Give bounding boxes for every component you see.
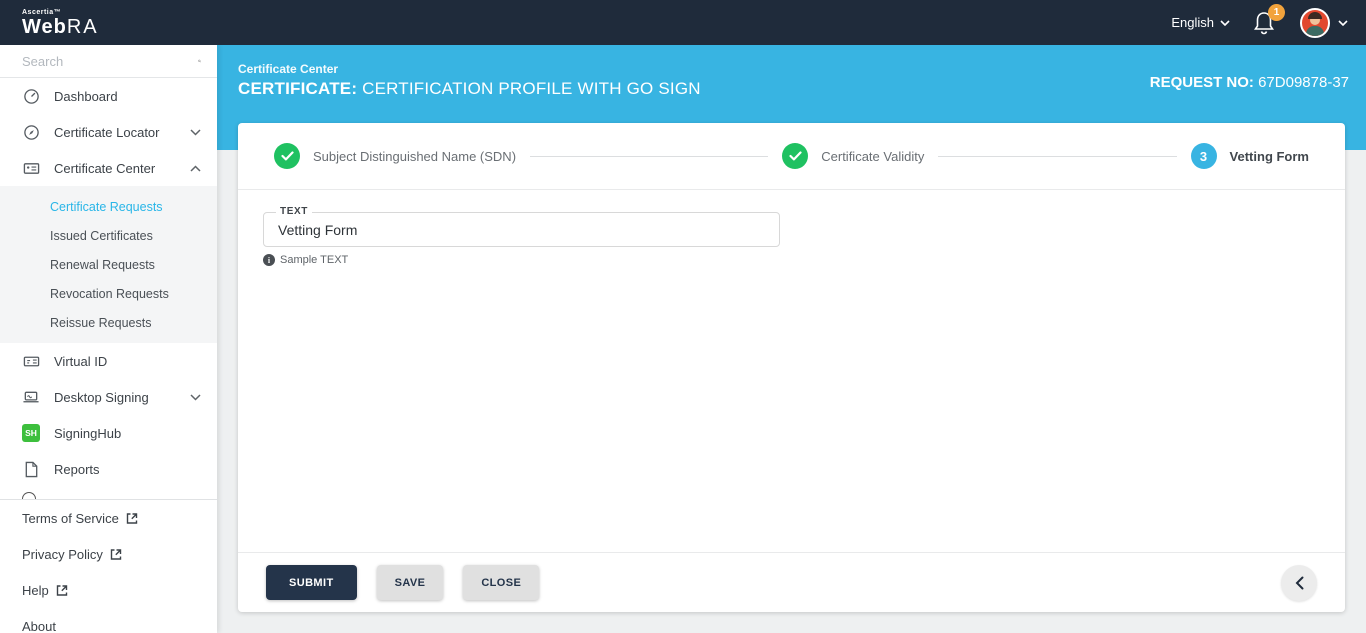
- text-field-label: TEXT: [276, 206, 312, 217]
- check-circle-icon: [782, 143, 808, 169]
- card-footer: SUBMIT SAVE CLOSE: [238, 552, 1345, 612]
- app-logo[interactable]: Ascertia™ WebRA: [22, 9, 99, 37]
- submenu-item-reissue-requests[interactable]: Reissue Requests: [0, 308, 217, 337]
- sidebar-item-certificate-center[interactable]: Certificate Center: [0, 150, 217, 186]
- footer-link-label: Privacy Policy: [22, 547, 103, 562]
- sidebar-item-truncated[interactable]: [0, 487, 217, 499]
- step-label: Certificate Validity: [821, 149, 924, 164]
- chevron-down-icon: [1338, 20, 1348, 26]
- link-about[interactable]: About: [0, 608, 217, 633]
- notification-badge: 1: [1268, 4, 1285, 21]
- sidebar-item-label: Dashboard: [54, 89, 201, 104]
- footer-link-label: Help: [22, 583, 49, 598]
- wizard-card: Subject Distinguished Name (SDN) Certifi…: [238, 123, 1345, 612]
- signinghub-icon: SH: [22, 424, 40, 442]
- sidebar-item-reports[interactable]: Reports: [0, 451, 217, 487]
- stepper-connector: [938, 156, 1176, 157]
- check-circle-icon: [274, 143, 300, 169]
- request-number: REQUEST NO: 67D09878-37: [1150, 74, 1349, 91]
- close-button[interactable]: CLOSE: [463, 565, 539, 600]
- step-label: Vetting Form: [1230, 149, 1309, 164]
- save-button[interactable]: SAVE: [377, 565, 444, 600]
- sidebar-item-label: Certificate Center: [54, 161, 176, 176]
- document-icon: [22, 460, 40, 478]
- text-field-wrapper: TEXT: [263, 212, 780, 247]
- field-hint: i Sample TEXT: [263, 254, 1320, 266]
- sidebar-item-label: Certificate Locator: [54, 125, 176, 140]
- sidebar-item-label: Desktop Signing: [54, 390, 176, 405]
- language-selector[interactable]: English: [1171, 15, 1230, 30]
- step-certificate-validity[interactable]: Certificate Validity: [782, 143, 924, 169]
- step-sdn[interactable]: Subject Distinguished Name (SDN): [274, 143, 516, 169]
- wizard-stepper: Subject Distinguished Name (SDN) Certifi…: [238, 123, 1345, 190]
- dashboard-icon: [22, 87, 40, 105]
- submenu-item-renewal-requests[interactable]: Renewal Requests: [0, 250, 217, 279]
- search-input[interactable]: [22, 54, 198, 69]
- submenu-item-revocation-requests[interactable]: Revocation Requests: [0, 279, 217, 308]
- compass-icon: [22, 123, 40, 141]
- topbar: Ascertia™ WebRA English 1: [0, 0, 1366, 45]
- external-link-icon: [110, 548, 122, 560]
- form-content: TEXT i Sample TEXT: [238, 190, 1345, 552]
- avatar: [1300, 8, 1330, 38]
- link-help[interactable]: Help: [0, 572, 217, 608]
- badge-icon: [22, 352, 40, 370]
- topbar-right: English 1: [1171, 8, 1348, 38]
- sidebar-item-certificate-locator[interactable]: Certificate Locator: [0, 114, 217, 150]
- footer-link-label: About: [22, 619, 56, 633]
- link-privacy-policy[interactable]: Privacy Policy: [0, 536, 217, 572]
- submit-button[interactable]: SUBMIT: [266, 565, 357, 600]
- submenu-item-issued-certificates[interactable]: Issued Certificates: [0, 221, 217, 250]
- chevron-up-icon: [190, 165, 201, 172]
- info-icon: i: [263, 254, 275, 266]
- notifications-button[interactable]: 1: [1252, 10, 1278, 36]
- chevron-down-icon: [1220, 20, 1230, 26]
- external-link-icon: [56, 584, 68, 596]
- sidebar-item-label: Virtual ID: [54, 354, 201, 369]
- external-link-icon: [126, 512, 138, 524]
- footer-link-label: Terms of Service: [22, 511, 119, 526]
- search-icon[interactable]: [198, 53, 201, 69]
- stepper-connector: [530, 156, 768, 157]
- link-terms-of-service[interactable]: Terms of Service: [0, 500, 217, 536]
- company-name: Ascertia™: [22, 9, 99, 16]
- step-number-badge: 3: [1191, 143, 1217, 169]
- certificate-center-submenu: Certificate Requests Issued Certificates…: [0, 186, 217, 343]
- sidebar-item-desktop-signing[interactable]: Desktop Signing: [0, 379, 217, 415]
- sidebar: Dashboard Certificate Locator Certificat…: [0, 45, 217, 633]
- laptop-signing-icon: [22, 388, 40, 406]
- chevron-down-icon: [190, 394, 201, 401]
- sidebar-item-label: SigningHub: [54, 426, 201, 441]
- user-menu[interactable]: [1300, 8, 1348, 38]
- sidebar-search: [0, 45, 217, 78]
- sidebar-item-signinghub[interactable]: SH SigningHub: [0, 415, 217, 451]
- id-card-icon: [22, 159, 40, 177]
- sidebar-item-dashboard[interactable]: Dashboard: [0, 78, 217, 114]
- sidebar-item-label: Reports: [54, 462, 201, 477]
- chevron-left-icon: [1295, 576, 1304, 590]
- text-input[interactable]: [263, 212, 780, 247]
- chevron-down-icon: [190, 129, 201, 136]
- submenu-item-certificate-requests[interactable]: Certificate Requests: [0, 192, 217, 221]
- step-vetting-form[interactable]: 3 Vetting Form: [1191, 143, 1309, 169]
- clipped-circle-icon: [22, 492, 36, 499]
- step-label: Subject Distinguished Name (SDN): [313, 149, 516, 164]
- hint-text: Sample TEXT: [280, 254, 348, 266]
- app-name: WebRA: [22, 16, 99, 38]
- sidebar-item-virtual-id[interactable]: Virtual ID: [0, 343, 217, 379]
- language-label: English: [1171, 15, 1214, 30]
- previous-step-button[interactable]: [1281, 565, 1317, 601]
